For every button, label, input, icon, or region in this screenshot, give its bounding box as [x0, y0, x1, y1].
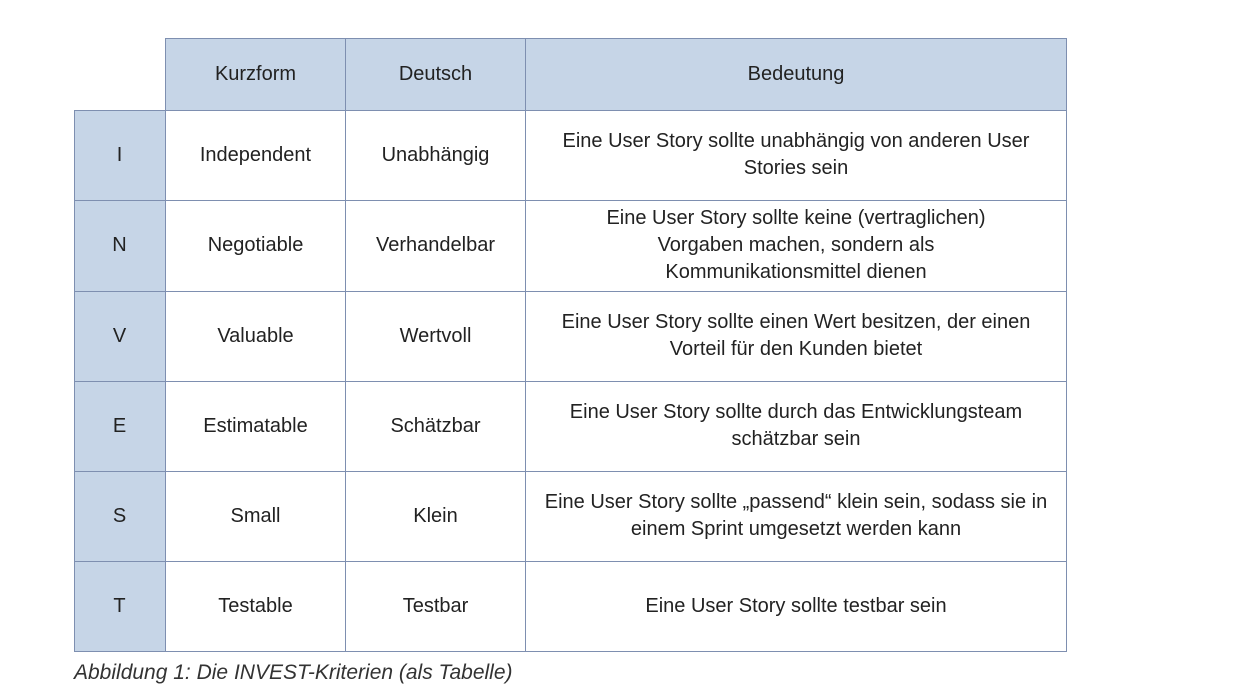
- header-kurzform: Kurzform: [165, 38, 346, 110]
- row-bedeutung: Eine User Story sollte testbar sein: [525, 561, 1067, 651]
- table-border: [165, 38, 1067, 39]
- row-letter: S: [74, 471, 165, 561]
- row-letter: N: [74, 200, 165, 291]
- row-kurzform: Estimatable: [165, 381, 346, 471]
- row-deutsch: Verhandelbar: [345, 200, 526, 291]
- table-border: [74, 381, 1067, 382]
- table-border: [74, 291, 1067, 292]
- table-border: [74, 651, 1067, 652]
- row-letter: I: [74, 110, 165, 200]
- row-bedeutung: Eine User Story sollte durch das Entwick…: [525, 381, 1067, 471]
- table-border: [525, 38, 526, 651]
- row-bedeutung: Eine User Story sollte unabhängig von an…: [525, 110, 1067, 200]
- table-border: [165, 38, 166, 651]
- row-deutsch: Klein: [345, 471, 526, 561]
- row-deutsch: Testbar: [345, 561, 526, 651]
- row-kurzform: Small: [165, 471, 346, 561]
- row-bedeutung: Eine User Story sollte „passend“ klein s…: [525, 471, 1067, 561]
- table-border: [1066, 38, 1067, 651]
- row-deutsch: Wertvoll: [345, 291, 526, 381]
- table-border: [74, 200, 1067, 201]
- row-bedeutung: Eine User Story sollte keine (vertraglic…: [525, 200, 1067, 291]
- header-bedeutung: Bedeutung: [525, 38, 1067, 110]
- table-border: [74, 561, 1067, 562]
- row-kurzform: Testable: [165, 561, 346, 651]
- table-border: [74, 471, 1067, 472]
- table-border: [345, 38, 346, 651]
- row-deutsch: Schätzbar: [345, 381, 526, 471]
- row-kurzform: Valuable: [165, 291, 346, 381]
- row-letter: V: [74, 291, 165, 381]
- header-deutsch: Deutsch: [345, 38, 526, 110]
- row-letter: E: [74, 381, 165, 471]
- figure-caption: Abbildung 1: Die INVEST-Kriterien (als T…: [74, 661, 513, 684]
- row-deutsch: Unabhängig: [345, 110, 526, 200]
- row-kurzform: Negotiable: [165, 200, 346, 291]
- row-bedeutung: Eine User Story sollte einen Wert besitz…: [525, 291, 1067, 381]
- table-border: [74, 110, 1067, 111]
- row-letter: T: [74, 561, 165, 651]
- row-kurzform: Independent: [165, 110, 346, 200]
